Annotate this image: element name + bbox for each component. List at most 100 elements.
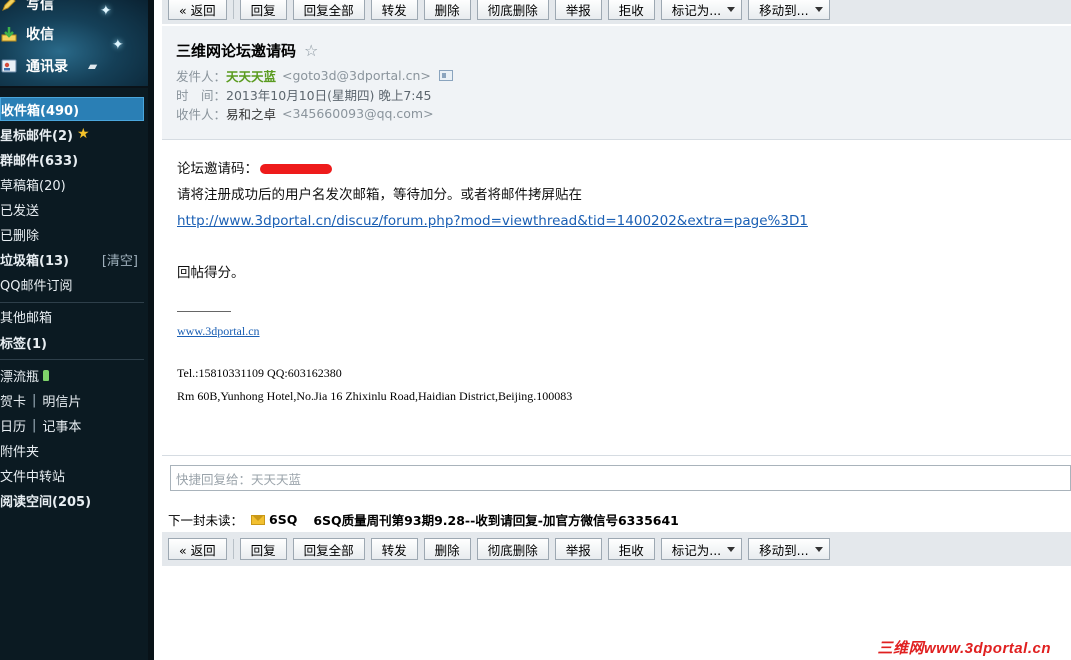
mail-header: 三维网论坛邀请码 ☆ 发件人： 天天天蓝 <goto3d@3dportal.cn…	[162, 26, 1071, 140]
signature-site: www.3dportal.cn	[177, 324, 260, 339]
time-label: 时 间：	[176, 88, 227, 103]
folder-tags[interactable]: 标签(1)	[0, 330, 144, 354]
postcard-link[interactable]: 明信片	[42, 391, 81, 410]
report-button[interactable]: 举报	[554, 538, 602, 560]
subject-text: 三维网论坛邀请码	[176, 42, 297, 60]
bottle-icon	[43, 369, 50, 381]
sidebar: ✦ ✦ 写信 收信 通讯录 ▰ 收件箱(490) 星标邮件(2) ★ 群邮件(6…	[0, 0, 154, 660]
report-button[interactable]: 举报	[554, 0, 602, 20]
quick-reply-input[interactable]: 快捷回复给：天天天蓝	[170, 465, 1071, 491]
receive-mail-button[interactable]: 收信	[0, 22, 54, 46]
folder-drift-bottle[interactable]: 漂流瓶	[0, 363, 144, 387]
forward-button[interactable]: 转发	[370, 0, 418, 20]
pencil-icon	[0, 0, 18, 12]
folder-reading-space[interactable]: 阅读空间(205)	[0, 488, 144, 512]
folder-qq-subscription[interactable]: QQ邮件订阅	[0, 272, 144, 296]
address-book-label: 通讯录	[26, 59, 68, 75]
compose-button[interactable]: 写信	[0, 0, 54, 16]
folder-label: 垃圾箱(13)	[0, 253, 69, 269]
body-line: 回帖得分。	[177, 265, 245, 281]
toolbar-divider	[232, 0, 234, 19]
folder-other-mailboxes[interactable]: 其他邮箱	[0, 304, 144, 328]
folder-inbox[interactable]: 收件箱(490)	[0, 97, 144, 121]
signature-site-link[interactable]: www.3dportal.cn	[177, 324, 260, 338]
delete-button[interactable]: 删除	[423, 0, 471, 20]
folder-group-mail[interactable]: 群邮件(633)	[0, 147, 144, 171]
sender-address: <goto3d@3dportal.cn>	[282, 68, 431, 83]
folder-file-transfer[interactable]: 文件中转站	[0, 463, 144, 487]
notepad-link[interactable]: 记事本	[42, 416, 81, 435]
delete-permanent-button[interactable]: 彻底删除	[476, 538, 549, 560]
toolbar-divider	[232, 539, 234, 559]
sidebar-divider	[0, 86, 148, 88]
move-to-dropdown[interactable]: 移动到...	[748, 0, 830, 20]
mark-as-label: 标记为...	[671, 2, 722, 18]
greeting-card-link[interactable]: 贺卡	[0, 391, 26, 410]
folder-label: QQ邮件订阅	[0, 278, 73, 294]
mark-as-dropdown[interactable]: 标记为...	[660, 0, 743, 20]
star-icon[interactable]: ☆	[304, 41, 318, 60]
folder-label: 群邮件(633)	[0, 153, 79, 169]
folder-label: 已删除	[0, 228, 40, 244]
sender-name[interactable]: 天天天蓝	[226, 66, 276, 85]
next-unread-subject[interactable]: 6SQ质量周刊第93期9.28--收到请回复-加官方微信号6335641	[313, 510, 679, 529]
signature-divider	[177, 311, 231, 312]
reply-all-button[interactable]: 回复全部	[292, 538, 365, 560]
star-icon: ★	[76, 126, 90, 142]
next-unread-row: 下一封未读： 6SQ 6SQ质量周刊第93期9.28--收到请回复-加官方微信号…	[168, 510, 679, 529]
redacted-code	[260, 164, 332, 174]
folder-sent[interactable]: 已发送	[0, 197, 144, 221]
quick-reply-placeholder: 快捷回复给：天天天蓝	[176, 471, 302, 487]
separator: |	[32, 417, 37, 433]
recipient-row: 收件人： 易和之卓 <345660093@qq.com>	[176, 104, 434, 123]
next-unread-label: 下一封未读：	[168, 513, 244, 528]
mark-as-dropdown[interactable]: 标记为...	[660, 538, 743, 560]
empty-trash-link[interactable]: [清空]	[102, 250, 138, 269]
folder-drafts[interactable]: 草稿箱(20)	[0, 172, 144, 196]
mail-body: 论坛邀请码： 请将注册成功后的用户名发次邮箱，等待加分。或者将邮件拷屏贴在 ht…	[177, 156, 1057, 286]
folder-label: 已发送	[0, 203, 40, 219]
folder-label: 收件箱(490)	[1, 103, 80, 119]
chevron-down-icon	[727, 6, 736, 12]
folder-trash[interactable]: 垃圾箱(13) [清空]	[0, 247, 144, 271]
folder-label: 漂流瓶	[0, 369, 40, 385]
folder-deleted[interactable]: 已删除	[0, 222, 144, 246]
receive-mail-label: 收信	[26, 27, 54, 43]
address-book-button[interactable]: 通讯录 ▰	[0, 54, 97, 78]
recipient-address: <345660093@qq.com>	[282, 106, 434, 121]
reject-button[interactable]: 拒收	[607, 0, 655, 20]
move-to-label: 移动到...	[759, 2, 809, 18]
move-to-dropdown[interactable]: 移动到...	[748, 538, 830, 560]
sidebar-divider	[0, 302, 144, 303]
reply-all-button[interactable]: 回复全部	[292, 0, 365, 20]
signature-contact: Tel.:15810331109 QQ:603162380	[177, 366, 342, 380]
site-watermark: 三维网www.3dportal.cn	[877, 640, 1051, 657]
sender-label: 发件人：	[176, 69, 227, 84]
next-unread-sender[interactable]: 6SQ	[269, 512, 297, 527]
calendar-link[interactable]: 日历	[0, 416, 26, 435]
back-button[interactable]: « 返回	[168, 538, 227, 560]
sender-row: 发件人： 天天天蓝 <goto3d@3dportal.cn>	[176, 66, 453, 85]
forum-thread-link[interactable]: http://www.3dportal.cn/discuz/forum.php?…	[177, 213, 808, 229]
body-line: 论坛邀请码：	[177, 156, 1057, 182]
body-divider	[162, 455, 1071, 456]
folder-starred[interactable]: 星标邮件(2) ★	[0, 122, 144, 146]
folder-label: 阅读空间(205)	[0, 494, 92, 510]
delete-permanent-button[interactable]: 彻底删除	[476, 0, 549, 20]
envelope-icon	[251, 514, 266, 525]
back-button[interactable]: « 返回	[168, 0, 227, 20]
reject-button[interactable]: 拒收	[607, 538, 655, 560]
reply-button[interactable]: 回复	[239, 0, 287, 20]
contact-card-icon[interactable]	[438, 70, 453, 81]
folder-label: 其他邮箱	[0, 310, 53, 326]
sidebar-divider	[0, 359, 144, 360]
recipient-name[interactable]: 易和之卓	[226, 104, 276, 123]
folder-attachments[interactable]: 附件夹	[0, 438, 144, 462]
separator: |	[32, 392, 37, 408]
folder-label: 星标邮件(2)	[0, 128, 73, 144]
reply-button[interactable]: 回复	[239, 538, 287, 560]
chat-bubble-icon: ▰	[88, 59, 98, 73]
delete-button[interactable]: 删除	[423, 538, 471, 560]
forward-button[interactable]: 转发	[370, 538, 418, 560]
move-to-label: 移动到...	[759, 542, 809, 558]
